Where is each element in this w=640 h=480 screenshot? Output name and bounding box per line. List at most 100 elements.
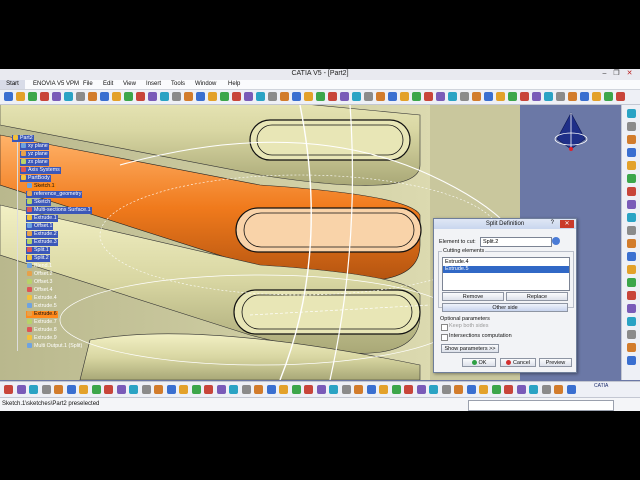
toolbar-tool-icon[interactable]	[627, 252, 636, 261]
toolbar-tool-icon[interactable]	[364, 92, 373, 101]
toolbar-tool-icon[interactable]	[416, 385, 426, 394]
toolbar-tool-icon[interactable]	[291, 385, 301, 394]
toolbar-tool-icon[interactable]	[16, 92, 25, 101]
toolbar-tool-icon[interactable]	[316, 92, 325, 101]
toolbar-tool-icon[interactable]	[112, 92, 121, 101]
toolbar-tool-icon[interactable]	[627, 161, 636, 170]
toolbar-tool-icon[interactable]	[520, 92, 529, 101]
tree-node[interactable]: xy plane	[20, 143, 49, 150]
toolbar-tool-icon[interactable]	[141, 385, 151, 394]
toolbar-tool-icon[interactable]	[166, 385, 176, 394]
dialog-close-button[interactable]: ✕	[560, 220, 574, 228]
toolbar-tool-icon[interactable]	[292, 92, 301, 101]
toolbar-tool-icon[interactable]	[28, 92, 37, 101]
toolbar-tool-icon[interactable]	[79, 385, 88, 394]
toolbar-tool-icon[interactable]	[316, 385, 326, 394]
toolbar-tool-icon[interactable]	[268, 92, 277, 101]
tree-node[interactable]: Axis Systems	[20, 167, 61, 174]
restore-button[interactable]: ❐	[612, 70, 621, 78]
toolbar-tool-icon[interactable]	[196, 92, 205, 101]
toolbar-tool-icon[interactable]	[191, 385, 201, 394]
ok-button[interactable]: OK	[462, 358, 496, 367]
toolbar-tool-icon[interactable]	[179, 385, 188, 394]
toolbar-tool-icon[interactable]	[532, 92, 541, 101]
cancel-button[interactable]: Cancel	[500, 358, 536, 367]
replace-button[interactable]: Replace	[506, 292, 568, 301]
menu-tools[interactable]: Tools	[171, 81, 185, 87]
toolbar-tool-icon[interactable]	[568, 92, 577, 101]
toolbar-tool-icon[interactable]	[4, 92, 13, 101]
tree-node[interactable]: Blend.1	[26, 263, 53, 270]
toolbar-tool-icon[interactable]	[627, 330, 636, 339]
help-icon[interactable]: ?	[551, 220, 554, 226]
toolbar-tool-icon[interactable]	[16, 385, 26, 394]
command-input[interactable]	[468, 400, 614, 411]
tree-node[interactable]: Extrude.3	[26, 239, 58, 246]
toolbar-tool-icon[interactable]	[366, 385, 376, 394]
toolbar-tool-icon[interactable]	[104, 385, 113, 394]
tree-node[interactable]: Multi-sections Surface.1	[26, 207, 92, 214]
toolbar-tool-icon[interactable]	[627, 187, 636, 196]
toolbar-tool-icon[interactable]	[204, 385, 213, 394]
toolbar-tool-icon[interactable]	[41, 385, 51, 394]
tree-node[interactable]: Offset.2	[26, 271, 53, 278]
toolbar-tool-icon[interactable]	[592, 92, 601, 101]
toolbar-tool-icon[interactable]	[604, 92, 613, 101]
toolbar-tool-icon[interactable]	[148, 92, 157, 101]
toolbar-tool-icon[interactable]	[627, 174, 636, 183]
keep-both-sides-checkbox[interactable]	[441, 324, 448, 331]
toolbar-tool-icon[interactable]	[424, 92, 433, 101]
tree-node[interactable]: Split.1	[26, 247, 50, 254]
toolbar-tool-icon[interactable]	[160, 92, 169, 101]
toolbar-tool-icon[interactable]	[479, 385, 488, 394]
menu-edit[interactable]: Edit	[103, 81, 113, 87]
toolbar-tool-icon[interactable]	[129, 385, 138, 394]
toolbar-tool-icon[interactable]	[388, 92, 397, 101]
toolbar-tool-icon[interactable]	[66, 385, 76, 394]
toolbar-tool-icon[interactable]	[124, 92, 133, 101]
menu-view[interactable]: View	[123, 81, 136, 87]
tree-node[interactable]: reference_geometry	[26, 191, 83, 198]
tree-node[interactable]: Sketch.1	[26, 183, 56, 190]
start-menu[interactable]: Start	[0, 80, 25, 89]
toolbar-tool-icon[interactable]	[404, 385, 413, 394]
tree-node[interactable]: Extrude.8	[26, 327, 58, 334]
toolbar-tool-icon[interactable]	[376, 92, 385, 101]
toolbar-tool-icon[interactable]	[627, 239, 636, 248]
toolbar-tool-icon[interactable]	[627, 226, 636, 235]
toolbar-tool-icon[interactable]	[580, 92, 589, 101]
toolbar-tool-icon[interactable]	[627, 278, 636, 287]
toolbar-tool-icon[interactable]	[627, 291, 636, 300]
toolbar-tool-icon[interactable]	[40, 92, 49, 101]
toolbar-tool-icon[interactable]	[136, 92, 145, 101]
toolbar-tool-icon[interactable]	[391, 385, 401, 394]
tree-node[interactable]: yz plane	[20, 151, 49, 158]
toolbar-tool-icon[interactable]	[208, 92, 217, 101]
toolbar-tool-icon[interactable]	[627, 343, 636, 352]
toolbar-tool-icon[interactable]	[454, 385, 463, 394]
toolbar-tool-icon[interactable]	[448, 92, 457, 101]
toolbar-tool-icon[interactable]	[54, 385, 63, 394]
toolbar-tool-icon[interactable]	[627, 200, 636, 209]
toolbar-tool-icon[interactable]	[232, 92, 241, 101]
toolbar-tool-icon[interactable]	[508, 92, 517, 101]
toolbar-tool-icon[interactable]	[304, 92, 313, 101]
toolbar-tool-icon[interactable]	[91, 385, 101, 394]
toolbar-tool-icon[interactable]	[496, 92, 505, 101]
selector-icon[interactable]	[552, 237, 560, 245]
toolbar-tool-icon[interactable]	[504, 385, 513, 394]
toolbar-tool-icon[interactable]	[460, 92, 469, 101]
toolbar-tool-icon[interactable]	[256, 92, 265, 101]
toolbar-tool-icon[interactable]	[184, 92, 193, 101]
menu-window[interactable]: Window	[195, 81, 216, 87]
preview-button[interactable]: Preview	[539, 358, 572, 367]
remove-button[interactable]: Remove	[442, 292, 504, 301]
toolbar-tool-icon[interactable]	[544, 92, 553, 101]
toolbar-tool-icon[interactable]	[241, 385, 251, 394]
cutting-element-item[interactable]: Extrude.5	[443, 266, 569, 273]
other-side-button[interactable]: Other side	[442, 303, 568, 312]
toolbar-tool-icon[interactable]	[154, 385, 163, 394]
tree-node[interactable]: Extrude.6	[26, 311, 58, 318]
cutting-element-item[interactable]: Extrude.4	[443, 259, 569, 266]
menu-insert[interactable]: Insert	[146, 81, 161, 87]
